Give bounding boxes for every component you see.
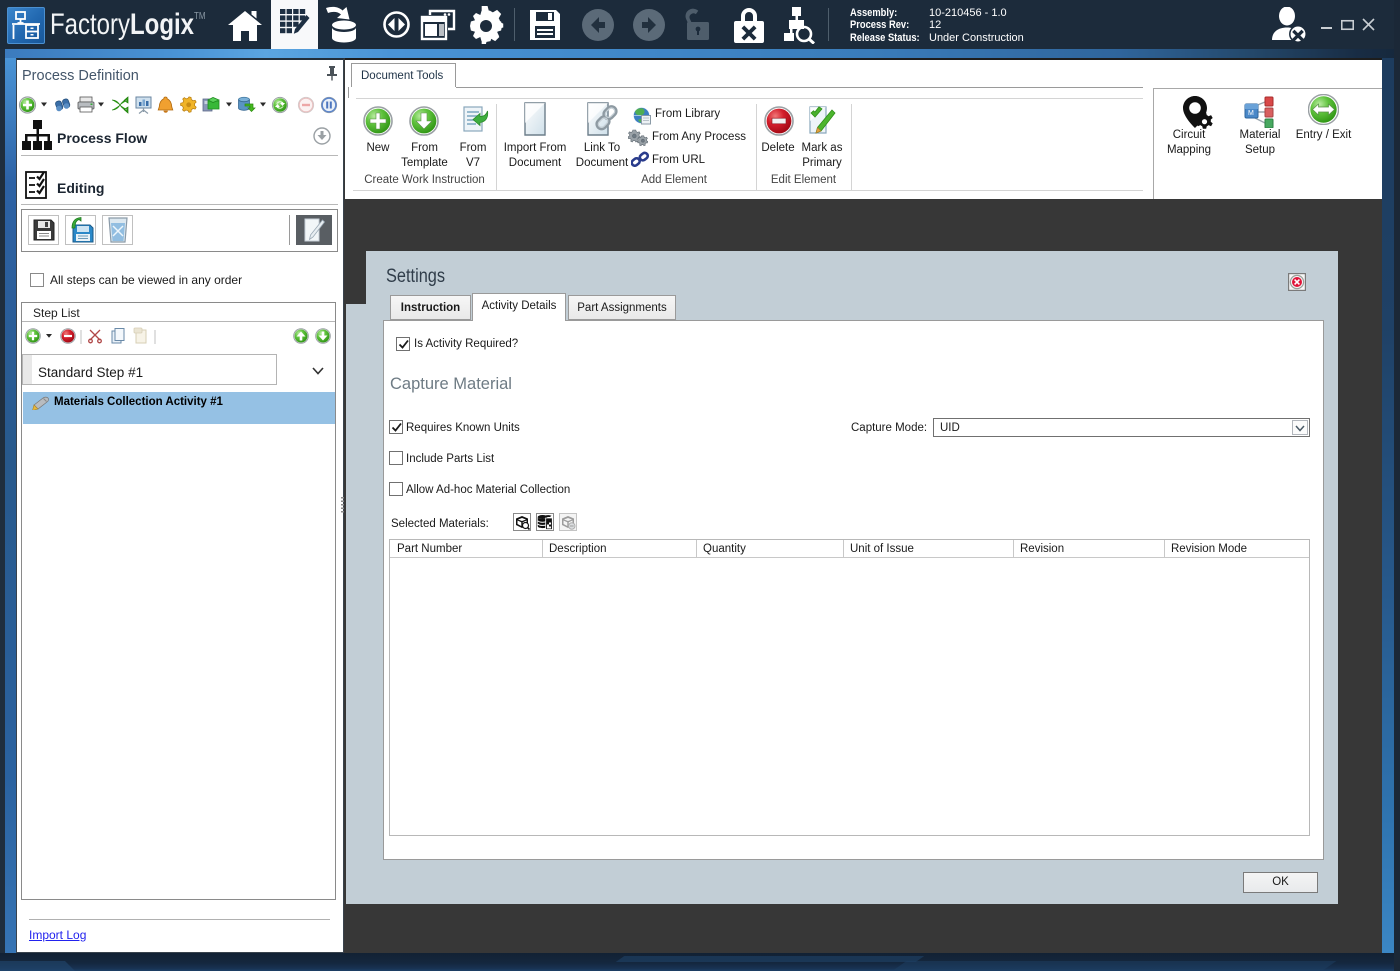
svg-text:M: M bbox=[1248, 110, 1254, 117]
